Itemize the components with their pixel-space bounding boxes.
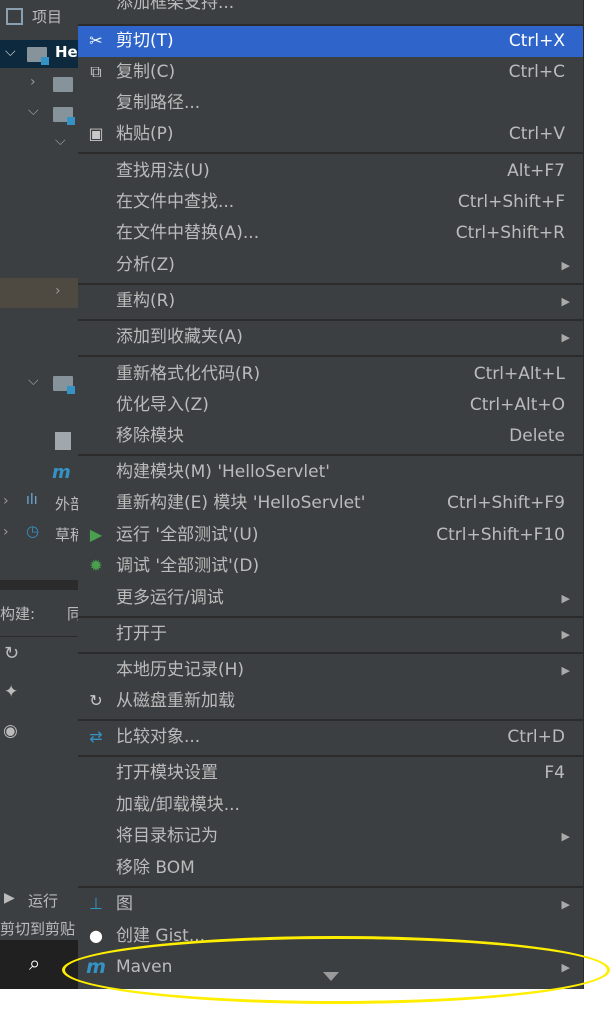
- menu-divider: [78, 355, 583, 357]
- root-module-label[interactable]: He: [55, 43, 78, 61]
- menu-item-copy[interactable]: ⧉ 复制(C) Ctrl+C: [78, 57, 583, 88]
- menu-item-add-framework[interactable]: 添加框架支持...: [78, 0, 583, 19]
- menu-item-add-to-favorites[interactable]: 添加到收藏夹(A) ▶: [78, 322, 583, 353]
- pin-icon[interactable]: ✦: [4, 682, 18, 702]
- compare-arrows-icon: ⇄: [89, 727, 103, 746]
- menu-item-debug-all-tests[interactable]: ✹ 调试 '全部测试'(D): [78, 551, 583, 582]
- project-label[interactable]: 项目: [32, 6, 62, 27]
- menu-divider: [78, 283, 583, 285]
- menu-item-diagrams[interactable]: ⊥ 图 ▶: [78, 889, 583, 920]
- menu-item-open-in[interactable]: 打开于 ▶: [78, 619, 583, 650]
- maven-file-icon: m: [52, 462, 71, 483]
- menu-item-refactor[interactable]: 重构(R) ▶: [78, 286, 583, 317]
- menu-item-analyze[interactable]: 分析(Z) ▶: [78, 250, 583, 281]
- folder-icon: [53, 376, 75, 394]
- menu-item-reload-from-disk[interactable]: ↻ 从磁盘重新加载: [78, 686, 583, 717]
- sync-icon[interactable]: ↻: [4, 643, 19, 664]
- scissors-icon: ✂: [89, 31, 103, 50]
- submenu-arrow-icon: ▶: [561, 259, 570, 272]
- menu-item-optimize-imports[interactable]: 优化导入(Z) Ctrl+Alt+O: [78, 390, 583, 421]
- chevron-right-icon[interactable]: ›: [55, 283, 61, 299]
- module-folder-icon: [27, 47, 49, 65]
- menu-item-find-in-files[interactable]: 在文件中查找... Ctrl+Shift+F: [78, 187, 583, 218]
- menu-divider: [78, 616, 583, 618]
- menu-item-cut[interactable]: ✂ 剪切(T) Ctrl+X: [78, 26, 583, 57]
- menu-item-more-run-debug[interactable]: 更多运行/调试 ▶: [78, 583, 583, 614]
- menu-item-load-unload-modules[interactable]: 加载/卸载模块...: [78, 790, 583, 821]
- context-menu: 添加框架支持... ✂ 剪切(T) Ctrl+X ⧉ 复制(C) Ctrl+C …: [78, 0, 584, 989]
- project-panel: 项目 ⌵ He › ⌵ ⌵ › ⌵ m › ılı 外部 › ◷ 草稿 构建: …: [0, 0, 85, 989]
- chevron-down-icon[interactable]: ⌵: [5, 44, 16, 60]
- run-icon[interactable]: ▶: [4, 890, 15, 906]
- menu-item-open-module-settings[interactable]: 打开模块设置 F4: [78, 758, 583, 789]
- menu-divider: [78, 319, 583, 321]
- eye-icon[interactable]: ◉: [3, 721, 18, 741]
- run-tab-label[interactable]: 运行: [28, 890, 58, 911]
- chevron-right-icon[interactable]: ›: [3, 524, 9, 540]
- submenu-arrow-icon: ▶: [561, 331, 570, 344]
- run-icon: ▶: [89, 525, 103, 544]
- status-text: 剪切到剪贴: [0, 920, 76, 938]
- github-icon: ●: [89, 926, 103, 945]
- menu-divider: [78, 652, 583, 654]
- menu-item-remove-bom[interactable]: 移除 BOM: [78, 853, 583, 884]
- menu-item-remove-module[interactable]: 移除模块 Delete: [78, 421, 583, 452]
- menu-item-paste[interactable]: ▣ 粘贴(P) Ctrl+V: [78, 119, 583, 150]
- annotation-highlight-circle: [62, 936, 610, 1004]
- menu-item-run-all-tests[interactable]: ▶ 运行 '全部测试'(U) Ctrl+Shift+F10: [78, 520, 583, 551]
- chevron-down-icon[interactable]: ⌵: [55, 133, 66, 149]
- menu-item-mark-directory-as[interactable]: 将目录标记为 ▶: [78, 821, 583, 852]
- panel-splitter[interactable]: [0, 580, 78, 590]
- libraries-icon: ılı: [26, 492, 38, 508]
- submenu-arrow-icon: ▶: [561, 592, 570, 605]
- menu-item-find-usages[interactable]: 查找用法(U) Alt+F7: [78, 156, 583, 187]
- search-icon[interactable]: ⌕: [29, 951, 40, 975]
- scratches-icon: ◷: [26, 522, 40, 540]
- folder-icon: [53, 77, 73, 92]
- submenu-arrow-icon: ▶: [561, 664, 570, 677]
- submenu-arrow-icon: ▶: [561, 898, 570, 911]
- divider: [0, 636, 78, 637]
- menu-divider: [78, 755, 583, 757]
- menu-divider: [78, 454, 583, 456]
- menu-item-local-history[interactable]: 本地历史记录(H) ▶: [78, 655, 583, 686]
- file-icon: [55, 432, 71, 450]
- menu-divider: [78, 886, 583, 888]
- copy-icon: ⧉: [90, 62, 102, 81]
- clipboard-icon: ▣: [88, 124, 104, 143]
- menu-item-rebuild-module[interactable]: 重新构建(E) 模块 'HelloServlet' Ctrl+Shift+F9: [78, 488, 583, 519]
- build-label: 构建:: [0, 605, 36, 623]
- chevron-down-icon[interactable]: ⌵: [28, 373, 39, 389]
- chevron-right-icon[interactable]: ›: [3, 493, 9, 509]
- menu-item-replace-in-files[interactable]: 在文件中替换(A)... Ctrl+Shift+R: [78, 218, 583, 249]
- tree-row-highlight[interactable]: [0, 278, 78, 308]
- reload-icon: ↻: [89, 691, 103, 710]
- submenu-arrow-icon: ▶: [561, 830, 570, 843]
- menu-item-build-module[interactable]: 构建模块(M) 'HelloServlet': [78, 457, 583, 488]
- diagram-icon: ⊥: [89, 894, 103, 913]
- menu-divider: [78, 719, 583, 721]
- menu-item-copy-path[interactable]: 复制路径...: [78, 88, 583, 119]
- chevron-down-icon[interactable]: ⌵: [28, 103, 39, 119]
- submenu-arrow-icon: ▶: [561, 628, 570, 641]
- menu-divider: [78, 152, 583, 154]
- chevron-right-icon[interactable]: ›: [30, 74, 36, 90]
- menu-item-compare-with[interactable]: ⇄ 比较对象... Ctrl+D: [78, 722, 583, 753]
- project-view-icon: [6, 8, 23, 25]
- menu-item-reformat-code[interactable]: 重新格式化代码(R) Ctrl+Alt+L: [78, 359, 583, 390]
- source-folder-icon: [53, 107, 75, 125]
- debug-bug-icon: ✹: [89, 556, 103, 575]
- submenu-arrow-icon: ▶: [561, 295, 570, 308]
